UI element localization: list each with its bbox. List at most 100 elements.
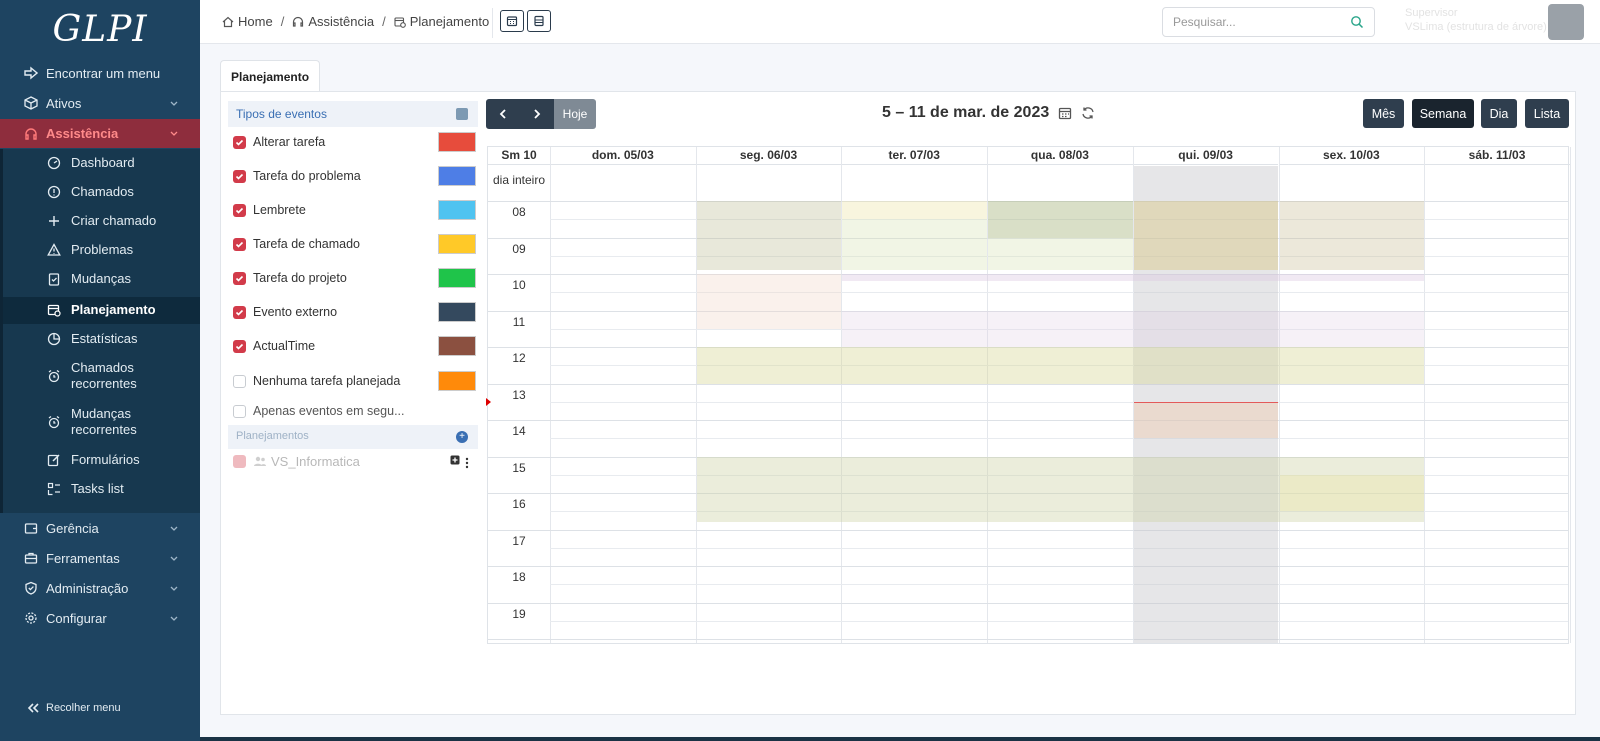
menu-group-administracao[interactable]: Administração	[0, 574, 200, 602]
color-swatch[interactable]	[438, 302, 476, 322]
refresh-icon[interactable]	[1081, 106, 1095, 120]
day-column-header[interactable]: sex. 10/03	[1278, 147, 1425, 165]
glpi-logo[interactable]: GLPI	[0, 0, 200, 58]
view-month-button[interactable]: Mês	[1363, 99, 1404, 128]
calendar-event[interactable]	[842, 219, 988, 271]
day-column-header[interactable]: qua. 08/03	[987, 147, 1133, 165]
color-swatch[interactable]	[438, 234, 476, 254]
calendar-event[interactable]	[1133, 201, 1279, 271]
tab-planejamento[interactable]: Planejamento	[220, 60, 320, 92]
calendar-event[interactable]	[842, 201, 988, 220]
user-entity: VSLima (estrutura de árvore)	[1405, 21, 1547, 33]
checkbox[interactable]	[233, 203, 246, 217]
day-column-header[interactable]: qui. 09/03	[1132, 147, 1279, 165]
color-swatch[interactable]	[438, 200, 476, 220]
calendar-event[interactable]	[842, 274, 1425, 282]
sidebar-item-estatisticas[interactable]: Estatísticas	[3, 331, 200, 349]
plus-icon	[49, 216, 59, 226]
collapse-filters-icon[interactable]	[456, 108, 468, 120]
color-swatch[interactable]	[438, 268, 476, 288]
planning-item[interactable]: VS_Informatica	[228, 451, 478, 471]
checkbox[interactable]	[233, 237, 246, 251]
search-icon[interactable]	[1350, 15, 1364, 29]
sidebar-item-chamados[interactable]: Chamados	[3, 184, 200, 202]
add-square-icon[interactable]	[450, 455, 460, 465]
user-menu[interactable]: Supervisor VSLima (estrutura de árvore)	[1405, 6, 1547, 34]
find-menu-button[interactable]: Encontrar um menu	[0, 59, 200, 87]
sidebar-item-label: Tasks list	[71, 481, 124, 496]
sidebar-item-chamados-recorrentes[interactable]: Chamados recorrentes	[3, 360, 200, 394]
sidebar-item-tasks-list[interactable]: Tasks list	[3, 481, 200, 499]
sidebar-item-mudancas[interactable]: Mudanças	[3, 271, 200, 289]
sidebar-item-formularios[interactable]: Formulários	[3, 452, 200, 470]
sidebar-item-label-line2: recorrentes	[71, 422, 137, 437]
calendar-event[interactable]	[842, 310, 1425, 347]
hour-label: 15	[512, 460, 526, 475]
home-icon	[222, 16, 234, 27]
checkbox[interactable]	[233, 374, 246, 388]
calendar-event[interactable]	[1279, 474, 1425, 512]
view-list-button[interactable]: Lista	[1525, 99, 1569, 128]
collapse-menu-button[interactable]: Recolher menu	[26, 702, 121, 714]
breadcrumb-planejamento[interactable]: Planejamento	[410, 14, 490, 29]
menu-group-ativos[interactable]: Ativos	[0, 89, 200, 117]
event-type-filter[interactable]: Tarefa do projeto	[228, 266, 478, 290]
calendar-event[interactable]	[1133, 401, 1279, 439]
search-input[interactable]: Pesquisar...	[1162, 7, 1375, 37]
color-swatch[interactable]	[438, 371, 476, 391]
next-button[interactable]	[520, 99, 554, 129]
event-type-filter[interactable]: Tarefa do problema	[228, 164, 478, 188]
checkbox[interactable]	[233, 135, 246, 149]
day-column-header[interactable]: ter. 07/03	[841, 147, 988, 165]
more-vertical-icon[interactable]	[465, 457, 469, 469]
event-type-filter[interactable]: Nenhuma tarefa planejada	[228, 369, 478, 393]
avatar[interactable]	[1548, 4, 1584, 40]
breadcrumb-home[interactable]: Home	[238, 14, 273, 29]
sidebar-item-dashboard[interactable]: Dashboard	[3, 155, 200, 173]
menu-group-gerencia[interactable]: Gerência	[0, 514, 200, 542]
menu-group-ferramentas[interactable]: Ferramentas	[0, 544, 200, 572]
today-button[interactable]: Hoje	[554, 99, 596, 129]
search-placeholder: Pesquisar...	[1173, 15, 1236, 29]
view-week-button[interactable]: Semana	[1412, 99, 1474, 128]
view-day-button[interactable]: Dia	[1481, 99, 1517, 128]
menu-group-assistencia[interactable]: Assistência	[0, 119, 200, 148]
hour-label: 11	[512, 314, 526, 329]
event-type-filter[interactable]: Alterar tarefa	[228, 130, 478, 154]
color-swatch[interactable]	[438, 166, 476, 186]
calendar-event[interactable]	[988, 201, 1133, 238]
prev-button[interactable]	[486, 99, 520, 129]
event-type-filter[interactable]: ActualTime	[228, 334, 478, 358]
calendar-view-button[interactable]	[500, 10, 524, 32]
color-swatch[interactable]	[438, 132, 476, 152]
event-type-filter[interactable]: Tarefa de chamado	[228, 232, 478, 256]
day-column-header[interactable]: sáb. 11/03	[1424, 147, 1570, 165]
sidebar-item-planejamento[interactable]: Planejamento	[3, 297, 200, 324]
calendar-event[interactable]	[696, 274, 842, 329]
day-column-header[interactable]: dom. 05/03	[550, 147, 696, 165]
event-type-filter[interactable]: Evento externo	[228, 300, 478, 324]
menu-group-configurar[interactable]: Configurar	[0, 604, 200, 632]
checkbox[interactable]	[233, 169, 246, 183]
calendar-event[interactable]	[696, 201, 842, 271]
headset-icon	[24, 127, 38, 141]
sidebar-item-mudancas-recorrentes[interactable]: Mudanças recorrentes	[3, 406, 200, 440]
breadcrumb-assistencia[interactable]: Assistência	[308, 14, 374, 29]
checkbox[interactable]	[233, 404, 246, 418]
checkbox[interactable]	[233, 305, 246, 319]
checkbox[interactable]	[233, 454, 246, 468]
day-column-header[interactable]: seg. 06/03	[695, 147, 842, 165]
only-following-filter[interactable]: Apenas eventos em segu...	[228, 399, 478, 423]
calendar-event[interactable]	[1279, 201, 1425, 271]
calendar-event[interactable]	[988, 237, 1133, 271]
event-type-filter[interactable]: Lembrete	[228, 198, 478, 222]
calendar-icon[interactable]	[1058, 106, 1072, 120]
checkbox[interactable]	[233, 271, 246, 285]
sidebar-item-problemas[interactable]: Problemas	[3, 242, 200, 260]
sidebar-item-criar-chamado[interactable]: Criar chamado	[3, 213, 200, 231]
planning-list-button[interactable]	[527, 10, 551, 32]
calendar-event[interactable]	[696, 347, 1425, 384]
add-planning-icon[interactable]: +	[456, 431, 468, 443]
color-swatch[interactable]	[438, 336, 476, 356]
checkbox[interactable]	[233, 339, 246, 353]
